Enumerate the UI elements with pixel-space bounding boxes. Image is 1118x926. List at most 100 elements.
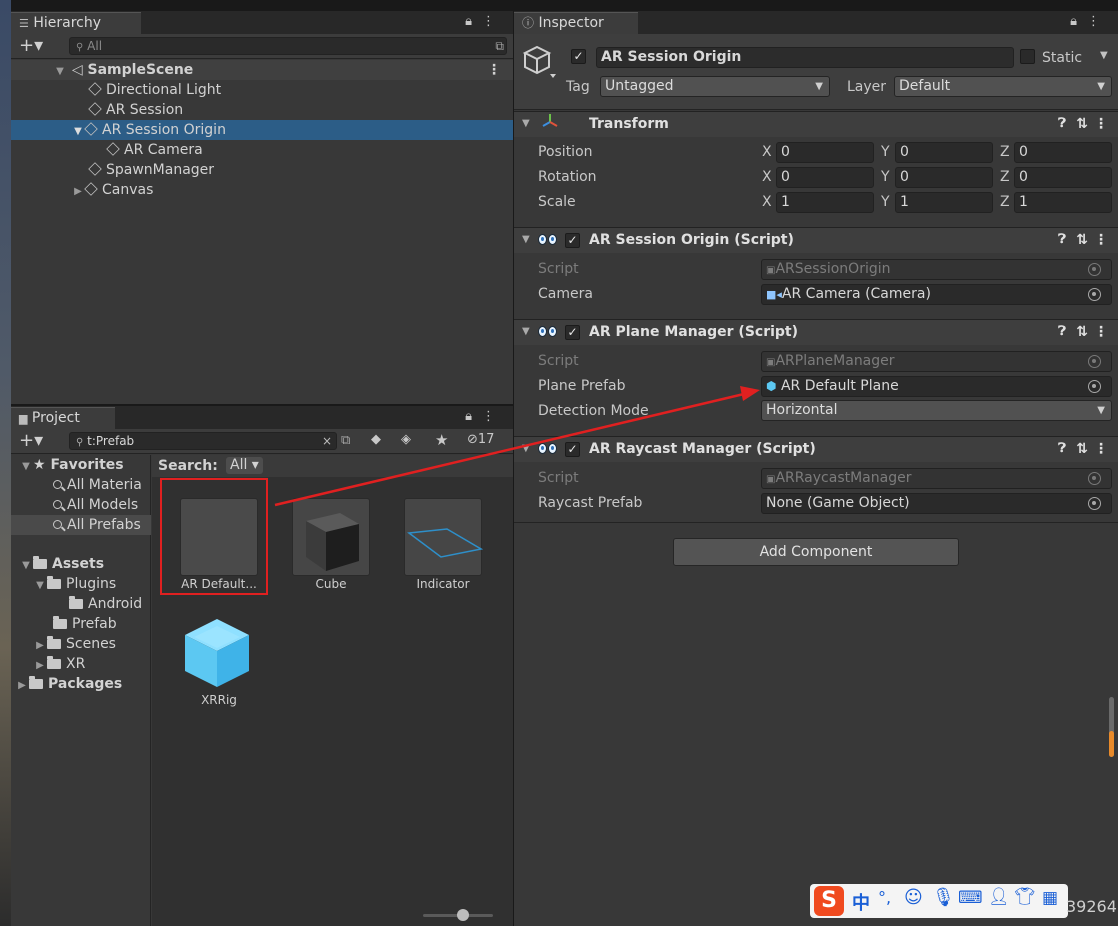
add-component-button[interactable]: Add Component: [673, 538, 959, 566]
hierarchy-item-canvas[interactable]: ▶ Canvas: [11, 180, 513, 200]
folder-scenes[interactable]: ▶ Scenes: [33, 634, 116, 656]
help-icon[interactable]: ❓︎: [1058, 437, 1066, 461]
fold-triangle-icon[interactable]: ▼: [522, 112, 530, 136]
slider-handle[interactable]: [457, 909, 469, 921]
skin-shirt-icon[interactable]: 👕︎: [1014, 887, 1036, 907]
component-enabled-checkbox[interactable]: ✓: [565, 325, 580, 340]
scale-y-field[interactable]: 1: [895, 192, 993, 213]
emoji-icon[interactable]: ☺: [904, 887, 923, 908]
tab-project[interactable]: ▆ Project: [11, 407, 115, 429]
help-icon[interactable]: ❓︎: [1058, 320, 1066, 344]
component-more-icon[interactable]: ⋮: [1094, 112, 1108, 136]
preset-icon[interactable]: ⇅: [1076, 112, 1088, 136]
static-checkbox[interactable]: [1020, 49, 1035, 64]
static-dropdown-icon[interactable]: ▼: [1100, 50, 1108, 61]
folder-plugins[interactable]: ▼ Plugins: [33, 574, 116, 596]
toolbox-grid-icon[interactable]: ▦: [1042, 888, 1058, 908]
fold-triangle-icon[interactable]: ▼: [522, 320, 530, 344]
preset-icon[interactable]: ⇅: [1076, 228, 1088, 252]
prefab-cube-icon[interactable]: [182, 616, 252, 690]
project-search-input[interactable]: ⚲ t:Prefab ×: [69, 432, 337, 450]
object-picker-icon[interactable]: [1088, 380, 1101, 393]
fold-triangle-icon[interactable]: ▼: [522, 437, 530, 461]
object-picker-icon[interactable]: [1088, 288, 1101, 301]
hierarchy-item-spawnmanager[interactable]: SpawnManager: [11, 160, 513, 180]
tab-inspector[interactable]: ⓘ Inspector: [514, 12, 638, 34]
fav-all-materials[interactable]: All Materia: [53, 475, 142, 495]
more-icon[interactable]: ⋮: [1087, 14, 1110, 29]
folder-prefab[interactable]: Prefab: [53, 614, 117, 634]
packages-header[interactable]: ▶ Packages: [15, 674, 122, 696]
microphone-icon[interactable]: 🎙︎: [932, 887, 955, 908]
more-icon[interactable]: ⋮: [482, 14, 505, 29]
hierarchy-item-ar-session-origin[interactable]: ▼ AR Session Origin: [11, 120, 513, 140]
filter-label-icon[interactable]: ◈: [401, 432, 411, 447]
ar-raycast-manager-header[interactable]: ▼ ✓ AR Raycast Manager (Script) ❓︎ ⇅ ⋮: [514, 436, 1118, 462]
position-z-field[interactable]: 0: [1014, 142, 1112, 163]
component-enabled-checkbox[interactable]: ✓: [565, 442, 580, 457]
expand-triangle-icon[interactable]: ▼: [71, 122, 85, 142]
fav-all-prefabs[interactable]: All Prefabs: [11, 515, 151, 535]
ar-plane-manager-header[interactable]: ▼ ✓ AR Plane Manager (Script) ❓︎ ⇅ ⋮: [514, 319, 1118, 345]
plane-prefab-field[interactable]: ⬢ AR Default Plane: [761, 376, 1112, 397]
scale-x-field[interactable]: 1: [776, 192, 874, 213]
lock-icon[interactable]: 🔒︎: [465, 14, 482, 29]
scene-more-icon[interactable]: ⋮: [487, 60, 501, 80]
active-checkbox[interactable]: ✓: [571, 49, 586, 64]
object-picker-icon[interactable]: [1088, 497, 1101, 510]
hidden-packages-icon[interactable]: ⊘17: [467, 432, 494, 447]
component-more-icon[interactable]: ⋮: [1094, 228, 1108, 252]
create-plus-icon[interactable]: +▾: [19, 35, 43, 56]
object-name-field[interactable]: AR Session Origin: [596, 47, 1014, 68]
hierarchy-search-input[interactable]: ⚲ All ⧉: [69, 37, 507, 55]
project-tab-icons[interactable]: 🔒︎⋮: [465, 409, 505, 424]
lock-icon[interactable]: 🔒︎: [465, 409, 482, 424]
collapsed-triangle-icon[interactable]: ▶: [15, 676, 29, 696]
keyboard-icon[interactable]: ⌨: [958, 888, 983, 908]
position-x-field[interactable]: 0: [776, 142, 874, 163]
collapsed-triangle-icon[interactable]: ▶: [33, 636, 47, 656]
hierarchy-tab-icons[interactable]: 🔒︎⋮: [465, 14, 505, 29]
search-options-icon[interactable]: ⧉: [495, 38, 504, 54]
rotation-x-field[interactable]: 0: [776, 167, 874, 188]
lock-icon[interactable]: 🔒︎: [1070, 14, 1087, 29]
component-enabled-checkbox[interactable]: ✓: [565, 233, 580, 248]
expand-triangle-icon[interactable]: ▼: [19, 457, 33, 477]
search-scope-dropdown[interactable]: All ▾: [226, 457, 263, 474]
clear-search-icon[interactable]: ×: [322, 433, 332, 449]
transform-header[interactable]: ▼ Transform ❓︎ ⇅ ⋮: [514, 111, 1118, 137]
layer-dropdown[interactable]: Default ▼: [894, 76, 1112, 97]
assets-header[interactable]: ▼ Assets: [19, 554, 104, 576]
inspector-scrollbar[interactable]: [1109, 697, 1114, 757]
ime-lang-toggle[interactable]: 中: [852, 889, 870, 915]
expand-triangle-icon[interactable]: ▼: [53, 62, 67, 82]
position-y-field[interactable]: 0: [895, 142, 993, 163]
inspector-tab-icons[interactable]: 🔒︎⋮: [1070, 14, 1110, 29]
collapsed-triangle-icon[interactable]: ▶: [71, 182, 85, 202]
hierarchy-item-directional-light[interactable]: Directional Light: [11, 80, 513, 100]
asset-indicator[interactable]: [404, 498, 484, 576]
preset-icon[interactable]: ⇅: [1076, 320, 1088, 344]
more-icon[interactable]: ⋮: [482, 409, 505, 424]
help-icon[interactable]: ❓︎: [1058, 112, 1066, 136]
preset-icon[interactable]: ⇅: [1076, 437, 1088, 461]
expand-triangle-icon[interactable]: ▼: [19, 556, 33, 576]
hierarchy-item-ar-camera[interactable]: AR Camera: [11, 140, 513, 160]
folder-android[interactable]: Android: [69, 594, 142, 614]
folder-xr[interactable]: ▶ XR: [33, 654, 85, 676]
component-more-icon[interactable]: ⋮: [1094, 320, 1108, 344]
asset-cube[interactable]: [292, 498, 370, 576]
hierarchy-item-ar-session[interactable]: AR Session: [11, 100, 513, 120]
fav-all-models[interactable]: All Models: [53, 495, 138, 515]
camera-field[interactable]: ■◂AR Camera (Camera): [761, 284, 1112, 305]
user-icon[interactable]: 👤︎: [988, 887, 1010, 907]
scene-row[interactable]: ▼ ◁ SampleScene ⋮: [11, 60, 513, 80]
favorite-star-icon[interactable]: ★: [435, 431, 448, 449]
collapsed-triangle-icon[interactable]: ▶: [33, 656, 47, 676]
filter-type-icon[interactable]: ◆: [371, 432, 381, 447]
rotation-y-field[interactable]: 0: [895, 167, 993, 188]
fold-triangle-icon[interactable]: ▼: [522, 228, 530, 252]
punctuation-icon[interactable]: °,: [878, 888, 891, 907]
icon-size-slider[interactable]: [423, 909, 493, 921]
expand-triangle-icon[interactable]: ▼: [33, 576, 47, 596]
